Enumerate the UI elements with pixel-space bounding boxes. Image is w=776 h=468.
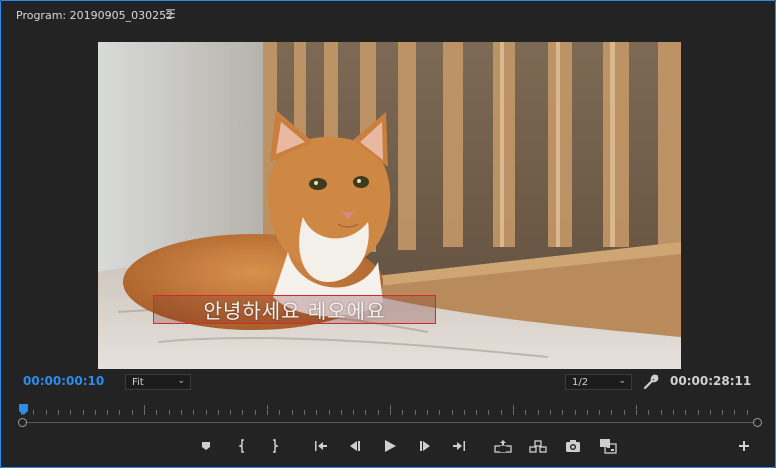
- zoom-scroll-handle-right[interactable]: [753, 418, 762, 427]
- play-icon: [385, 440, 396, 452]
- step-back-button[interactable]: [344, 435, 366, 457]
- monitor-controls-row: 00:00:00:10 Fit ⌄ 1/2 ⌄ 00:00:28:11: [1, 373, 775, 393]
- zoom-level-value: Fit: [132, 376, 144, 388]
- mark-out-icon: [273, 439, 279, 453]
- play-button[interactable]: [379, 435, 401, 457]
- video-viewer[interactable]: 안녕하세요 레오에요: [98, 42, 681, 369]
- extract-button[interactable]: [527, 435, 549, 457]
- program-monitor-panel: Program: 20190905_030252 ☰ 안녕하세요 레오에요 00…: [0, 0, 776, 468]
- extract-icon: [529, 440, 547, 453]
- export-frame-button[interactable]: [562, 435, 584, 457]
- add-marker-button[interactable]: [195, 435, 217, 457]
- caption-text: 안녕하세요 레오에요: [203, 299, 386, 323]
- lift-icon: [494, 440, 512, 453]
- duration-timecode: 00:00:28:11: [670, 374, 752, 388]
- panel-title[interactable]: Program: 20190905_030252: [16, 9, 173, 22]
- wrench-icon[interactable]: [642, 373, 660, 391]
- comparison-view-button[interactable]: [597, 435, 619, 457]
- playback-resolution-dropdown[interactable]: 1/2 ⌄: [565, 374, 632, 390]
- step-forward-icon: [420, 441, 430, 451]
- playhead-handle[interactable]: [18, 403, 29, 417]
- step-back-icon: [350, 441, 360, 451]
- caption-title-box[interactable]: 안녕하세요 레오에요: [153, 295, 436, 324]
- transport-controls: [1, 435, 775, 459]
- mark-in-button[interactable]: [232, 435, 254, 457]
- add-button[interactable]: [733, 435, 755, 457]
- hamburger-menu-icon[interactable]: ☰: [165, 7, 176, 21]
- go-to-out-icon: [453, 441, 465, 451]
- go-to-in-button[interactable]: [310, 435, 332, 457]
- add-marker-icon: [202, 442, 210, 450]
- step-forward-button[interactable]: [414, 435, 436, 457]
- go-to-in-icon: [315, 441, 327, 451]
- mark-out-button[interactable]: [263, 435, 285, 457]
- zoom-scroll-handle-left[interactable]: [18, 418, 27, 427]
- mark-in-icon: [238, 439, 244, 453]
- go-to-out-button[interactable]: [448, 435, 470, 457]
- current-timecode[interactable]: 00:00:00:10: [23, 374, 104, 388]
- zoom-level-dropdown[interactable]: Fit ⌄: [125, 374, 191, 390]
- panel-title-bar: Program: 20190905_030252 ☰: [1, 1, 775, 31]
- playback-resolution-value: 1/2: [572, 376, 589, 388]
- chevron-down-icon: ⌄: [618, 376, 626, 386]
- comparison-view-icon: [600, 439, 617, 454]
- lift-button[interactable]: [492, 435, 514, 457]
- export-frame-icon: [566, 440, 580, 452]
- time-ruler[interactable]: [21, 403, 759, 417]
- chevron-down-icon: ⌄: [177, 376, 185, 386]
- zoom-scroll-track[interactable]: [23, 422, 757, 423]
- add-button-icon: [739, 441, 749, 451]
